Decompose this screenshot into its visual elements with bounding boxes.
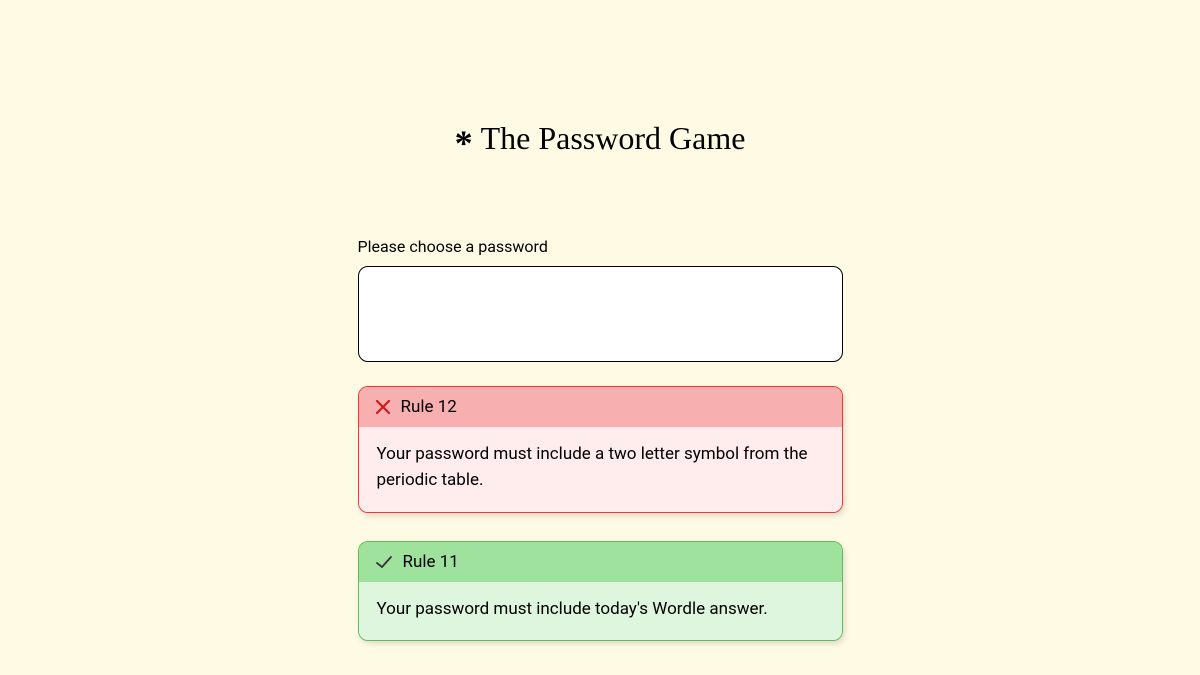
rule-name: Rule 11 xyxy=(403,552,459,572)
password-label: Please choose a password xyxy=(358,237,843,256)
rule-header: Rule 11 xyxy=(359,542,842,582)
rule-text: Your password must include today's Wordl… xyxy=(359,582,842,640)
page-title: * The Password Game xyxy=(358,120,843,157)
x-icon xyxy=(375,399,391,415)
rule-header: Rule 12 xyxy=(359,387,842,427)
game-container: * The Password Game Please choose a pass… xyxy=(358,0,843,641)
rule-name: Rule 12 xyxy=(401,397,457,417)
password-input[interactable] xyxy=(358,266,843,362)
check-icon xyxy=(375,553,393,571)
rule-text: Your password must include a two letter … xyxy=(359,427,842,512)
rule-card: Rule 12 Your password must include a two… xyxy=(358,386,843,513)
title-text: The Password Game xyxy=(481,120,746,157)
rules-list: Rule 12 Your password must include a two… xyxy=(358,386,843,641)
rule-card: Rule 11 Your password must include today… xyxy=(358,541,843,641)
